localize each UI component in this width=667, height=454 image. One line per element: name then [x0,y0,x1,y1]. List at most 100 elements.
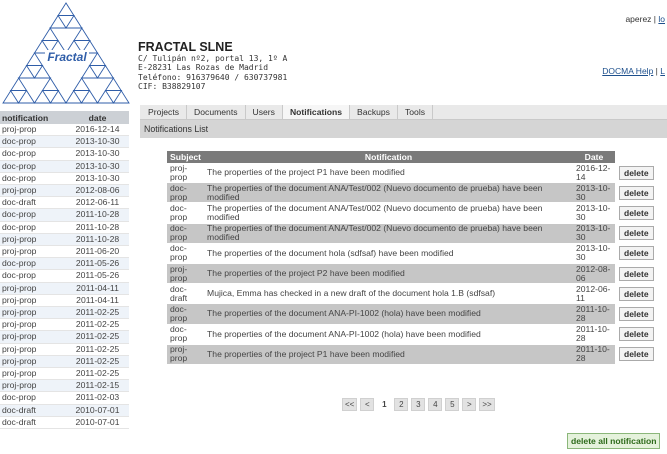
sidebar-row[interactable]: doc-prop 2013-10-30 [0,135,129,149]
sidebar-row-date: 2013-10-30 [66,135,129,149]
row-action: delete [615,182,667,204]
pager-page-5[interactable]: 5 [445,398,460,411]
sidebar-row-type: proj-prop [0,245,67,259]
docma-help-link[interactable]: DOCMA Help [602,66,653,76]
address-line-1: C/ Tulipán nº2, portal 13, 1º A [138,54,288,63]
row-subject: doc- draft [167,283,205,305]
sidebar-row[interactable]: doc-draft 2010-07-01 [0,404,129,417]
delete-all-button[interactable]: delete all notification [567,433,661,449]
row-date: 2013-10- 30 [573,223,615,244]
sidebar-row[interactable]: doc-prop 2013-10-30 [0,172,129,186]
tab-tools[interactable]: Tools [397,105,434,119]
row-notification: The properties of the document ANA-PI-10… [204,324,573,345]
row-subject: doc- prop [167,202,205,224]
row-action: delete [615,223,667,244]
sidebar-row[interactable]: proj-prop 2011-02-25 [0,330,129,344]
delete-button[interactable]: delete [619,327,654,342]
row-subject: doc- prop [167,182,205,204]
sidebar-row-type: proj-prop [0,318,67,332]
sidebar-row[interactable]: doc-prop 2011-10-28 [0,208,129,222]
sidebar-row[interactable]: doc-prop 2011-05-26 [0,257,129,271]
sidebar-row[interactable]: proj-prop 2011-04-11 [0,282,129,295]
notifications-table: Subject Notification Date proj- prop The … [167,151,667,365]
sidebar-row[interactable]: proj-prop 2016-12-14 [0,124,129,137]
username: aperez [625,14,652,24]
sidebar-row-type: proj-prop [0,282,67,295]
sidebar-row-type: doc-prop [0,172,67,186]
sidebar-row-date: 2010-07-01 [66,416,129,430]
pager-next-button[interactable]: > [462,398,477,411]
sidebar-row[interactable]: doc-prop 2013-10-30 [0,147,129,161]
sidebar-row-type: proj-prop [0,379,67,393]
sidebar-row-type: proj-prop [0,306,67,320]
tab-documents[interactable]: Documents [187,105,246,119]
table-row: doc- prop The properties of the document … [167,182,667,204]
pager-first-button[interactable]: << [342,398,358,411]
row-date: 2013-10- 30 [573,243,615,264]
sidebar-row-type: doc-prop [0,135,67,149]
sidebar-row[interactable]: proj-prop 2011-10-28 [0,233,129,247]
sidebar-row[interactable]: proj-prop 2011-02-25 [0,318,129,332]
sidebar-row[interactable]: proj-prop 2011-02-25 [0,367,129,381]
col-action [615,151,667,163]
sidebar-row[interactable]: proj-prop 2012-08-06 [0,184,129,198]
sidebar-row[interactable]: proj-prop 2011-02-15 [0,379,129,393]
sidebar-row[interactable]: doc-draft 2012-06-11 [0,196,129,210]
sidebar-row[interactable]: doc-prop 2011-10-28 [0,221,129,234]
sidebar-row-date: 2016-12-14 [66,124,129,137]
delete-button[interactable]: delete [619,226,654,241]
help-link-2[interactable]: L [660,66,665,76]
tab-projects[interactable]: Projects [141,105,188,119]
row-notification: The properties of the document ANA-PI-10… [204,303,573,325]
company-info: FRACTAL SLNE C/ Tulipán nº2, portal 13, … [138,40,287,92]
sidebar-row-type: proj-prop [0,294,67,308]
sidebar-row[interactable]: proj-prop 2011-02-25 [0,306,129,320]
tab-users[interactable]: Users [245,105,283,119]
row-subject: doc- prop [167,223,205,244]
sidebar-row[interactable]: proj-prop 2011-02-25 [0,355,129,369]
row-notification: The properties of the document ANA/Test/… [204,182,573,204]
sidebar-row[interactable]: doc-prop 2013-10-30 [0,160,129,173]
sidebar-row-type: proj-prop [0,124,67,137]
row-subject: proj- prop [167,163,205,184]
row-subject: proj- prop [167,263,205,285]
delete-button[interactable]: delete [619,266,654,281]
pager-last-button[interactable]: >> [479,398,495,411]
row-notification: The properties of the project P1 have be… [204,344,573,365]
row-subject: doc- prop [167,324,205,345]
row-action: delete [615,324,667,345]
sidebar-row[interactable]: proj-prop 2011-06-20 [0,245,129,259]
tab-backups[interactable]: Backups [350,105,398,119]
pager-page-1[interactable]: 1 [377,398,392,411]
sidebar-row[interactable]: doc-draft 2010-07-01 [0,416,129,430]
sidebar-row[interactable]: doc-prop 2011-05-26 [0,269,129,283]
sidebar-row-type: proj-prop [0,184,67,198]
sidebar-row-date: 2012-06-11 [66,196,129,210]
sidebar-row-date: 2011-02-25 [66,318,129,332]
delete-button[interactable]: delete [619,165,654,180]
tab-notifications[interactable]: Notifications [282,105,351,119]
delete-button[interactable]: delete [619,347,654,362]
delete-button[interactable]: delete [619,286,654,301]
col-subject: Subject [167,151,205,163]
sidebar-row-type: doc-draft [0,404,67,417]
delete-button[interactable]: delete [619,246,654,261]
sidebar-row-date: 2011-02-25 [66,330,129,344]
table-row: doc- prop The properties of the document … [167,243,667,264]
sidebar-row[interactable]: doc-prop 2011-02-03 [0,391,129,405]
help-links: DOCMA Help | L [602,66,665,76]
sidebar-row-type: proj-prop [0,233,67,247]
sidebar-row-type: doc-prop [0,147,67,161]
pager-page-2[interactable]: 2 [394,398,409,411]
sidebar-row[interactable]: proj-prop 2011-02-25 [0,343,129,356]
pager-prev-button[interactable]: < [360,398,375,411]
row-action: delete [615,243,667,264]
pager-page-3[interactable]: 3 [411,398,426,411]
delete-button[interactable]: delete [619,185,654,200]
delete-button[interactable]: delete [619,205,654,220]
pager-page-4[interactable]: 4 [428,398,443,411]
cif-line: CIF: B38829107 [138,82,206,92]
delete-button[interactable]: delete [619,306,654,321]
logout-link[interactable]: lo [658,14,665,24]
sidebar-row[interactable]: proj-prop 2011-04-11 [0,294,129,308]
